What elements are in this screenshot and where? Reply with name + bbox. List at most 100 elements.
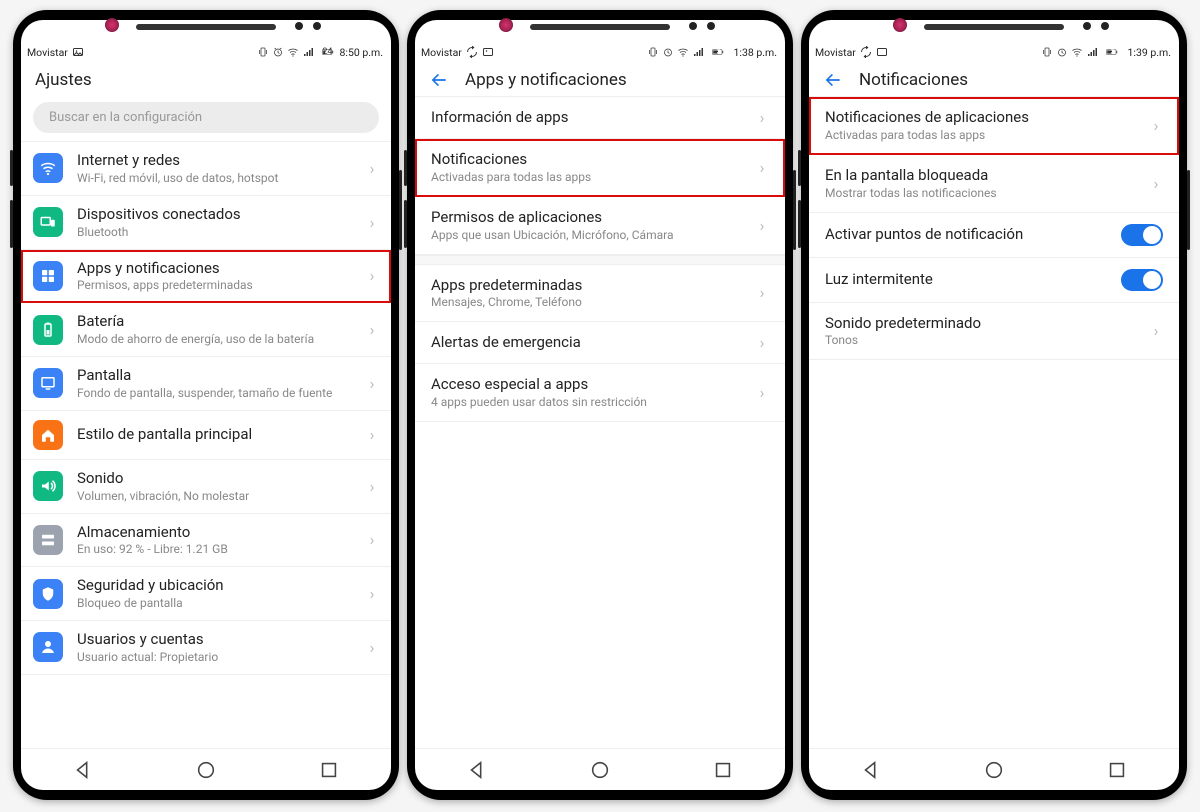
home-icon: [33, 420, 63, 450]
alarm-icon: [272, 46, 284, 58]
status-bar: Movistar 51 1:38 p.m.: [415, 42, 785, 60]
settings-row[interactable]: Estilo de pantalla principal ›: [21, 411, 391, 460]
nav-back-icon[interactable]: [860, 759, 882, 781]
chevron-right-icon: ›: [365, 266, 379, 285]
nav-home-icon[interactable]: [983, 759, 1005, 781]
chevron-right-icon: ›: [365, 477, 379, 496]
picture-icon: [876, 46, 888, 58]
row-title: Sonido predeterminado: [825, 314, 1149, 333]
phone-frame-3: Movistar 51 1:39 p.m. Notificaciones: [801, 10, 1187, 800]
chevron-right-icon: ›: [755, 283, 769, 302]
settings-row[interactable]: Sonido Volumen, vibración, No molestar ›: [21, 460, 391, 514]
notifications-list: Notificaciones de aplicaciones Activadas…: [809, 96, 1179, 360]
status-bar: Movistar 51 1:39 p.m.: [809, 42, 1179, 60]
nav-bar: [21, 748, 391, 790]
settings-row[interactable]: Apps y notificaciones Permisos, apps pre…: [21, 250, 391, 304]
row-title: Batería: [77, 312, 365, 331]
row-subtitle: Tonos: [825, 333, 1149, 348]
nav-home-icon[interactable]: [195, 759, 217, 781]
sync-icon: [860, 46, 872, 58]
chevron-right-icon: ›: [365, 374, 379, 393]
carrier-label: Movistar: [815, 46, 856, 59]
side-button: [798, 200, 801, 248]
row-title: Pantalla: [77, 366, 365, 385]
settings-row[interactable]: Seguridad y ubicación Bloqueo de pantall…: [21, 567, 391, 621]
sensor-icon: [707, 22, 715, 30]
row-subtitle: Volumen, vibración, No molestar: [77, 489, 365, 504]
toggle-switch[interactable]: [1121, 224, 1163, 246]
row-title: Luz intermitente: [825, 270, 1121, 289]
row-title: Apps predeterminadas: [431, 276, 755, 295]
sound-icon: [33, 471, 63, 501]
list-row[interactable]: Notificaciones de aplicaciones Activadas…: [809, 97, 1179, 155]
settings-row[interactable]: Usuarios y cuentas Usuario actual: Propi…: [21, 621, 391, 675]
search-input[interactable]: Buscar en la configuración: [33, 102, 379, 133]
list-row[interactable]: Notificaciones Activadas para todas las …: [415, 139, 785, 197]
row-subtitle: Mostrar todas las notificaciones: [825, 186, 1149, 201]
row-subtitle: Activadas para todas las apps: [825, 128, 1149, 143]
row-title: Estilo de pantalla principal: [77, 425, 365, 444]
toggle-switch[interactable]: [1121, 269, 1163, 291]
list-row[interactable]: Alertas de emergencia ›: [415, 322, 785, 364]
settings-row[interactable]: Dispositivos conectados Bluetooth ›: [21, 196, 391, 250]
row-subtitle: Modo de ahorro de energía, uso de la bat…: [77, 332, 365, 347]
list-row[interactable]: Activar puntos de notificación: [809, 213, 1179, 258]
battery-pct: 51: [1110, 47, 1120, 57]
nav-recent-icon[interactable]: [318, 759, 340, 781]
settings-row[interactable]: Batería Modo de ahorro de energía, uso d…: [21, 303, 391, 357]
status-bar: Movistar 24 8:50 p.m.: [21, 42, 391, 60]
chevron-right-icon: ›: [365, 638, 379, 657]
list-row[interactable]: En la pantalla bloqueada Mostrar todas l…: [809, 155, 1179, 213]
screen-header: Notificaciones: [809, 60, 1179, 96]
list-row[interactable]: Información de apps ›: [415, 97, 785, 139]
settings-row[interactable]: Almacenamiento En uso: 92 % - Libre: 1.2…: [21, 514, 391, 568]
list-row[interactable]: Apps predeterminadas Mensajes, Chrome, T…: [415, 265, 785, 323]
nav-back-icon[interactable]: [72, 759, 94, 781]
alarm-icon: [1056, 46, 1068, 58]
side-button: [1187, 170, 1190, 250]
side-button: [404, 200, 407, 248]
alarm-icon: [662, 46, 674, 58]
picture-icon: [72, 46, 84, 58]
list-row[interactable]: Acceso especial a apps 4 apps pueden usa…: [415, 364, 785, 422]
nav-recent-icon[interactable]: [712, 759, 734, 781]
nav-home-icon[interactable]: [589, 759, 611, 781]
battery-pct: 51: [716, 47, 726, 57]
back-button[interactable]: [823, 70, 843, 90]
sensor-icon: [689, 22, 697, 30]
settings-row[interactable]: Pantalla Fondo de pantalla, suspender, t…: [21, 357, 391, 411]
carrier-label: Movistar: [421, 46, 462, 59]
side-button: [798, 150, 801, 186]
list-row[interactable]: Permisos de aplicaciones Apps que usan U…: [415, 197, 785, 255]
page-title: Notificaciones: [859, 70, 968, 90]
screen-header: Ajustes: [21, 60, 391, 96]
back-button[interactable]: [429, 70, 449, 90]
row-subtitle: Apps que usan Ubicación, Micrófono, Cáma…: [431, 228, 755, 243]
row-subtitle: Permisos, apps predeterminadas: [77, 278, 365, 293]
settings-row[interactable]: Internet y redes Wi-Fi, red móvil, uso d…: [21, 142, 391, 196]
security-icon: [33, 579, 63, 609]
chevron-right-icon: ›: [365, 213, 379, 232]
row-subtitle: Usuario actual: Propietario: [77, 650, 365, 665]
settings-list: Internet y redes Wi-Fi, red móvil, uso d…: [21, 141, 391, 675]
signal-icon: [692, 46, 704, 58]
clock-label: 1:38 p.m.: [734, 46, 778, 59]
section-divider: [415, 255, 785, 265]
picture-icon: [482, 46, 494, 58]
nav-recent-icon[interactable]: [1106, 759, 1128, 781]
page-title: Ajustes: [35, 70, 92, 90]
nav-bar: [809, 748, 1179, 790]
phone-frame-2: Movistar 51 1:38 p.m. Apps y notificacio…: [407, 10, 793, 800]
camera-dot: [499, 18, 513, 32]
row-subtitle: Wi-Fi, red móvil, uso de datos, hotspot: [77, 171, 365, 186]
row-subtitle: Mensajes, Chrome, Teléfono: [431, 295, 755, 310]
row-title: Internet y redes: [77, 151, 365, 170]
chevron-right-icon: ›: [1149, 321, 1163, 340]
row-subtitle: 4 apps pueden usar datos sin restricción: [431, 395, 755, 410]
signal-icon: [302, 46, 314, 58]
chevron-right-icon: ›: [365, 159, 379, 178]
nav-back-icon[interactable]: [466, 759, 488, 781]
row-title: Notificaciones de aplicaciones: [825, 108, 1149, 127]
list-row[interactable]: Luz intermitente: [809, 258, 1179, 303]
list-row[interactable]: Sonido predeterminado Tonos ›: [809, 303, 1179, 361]
